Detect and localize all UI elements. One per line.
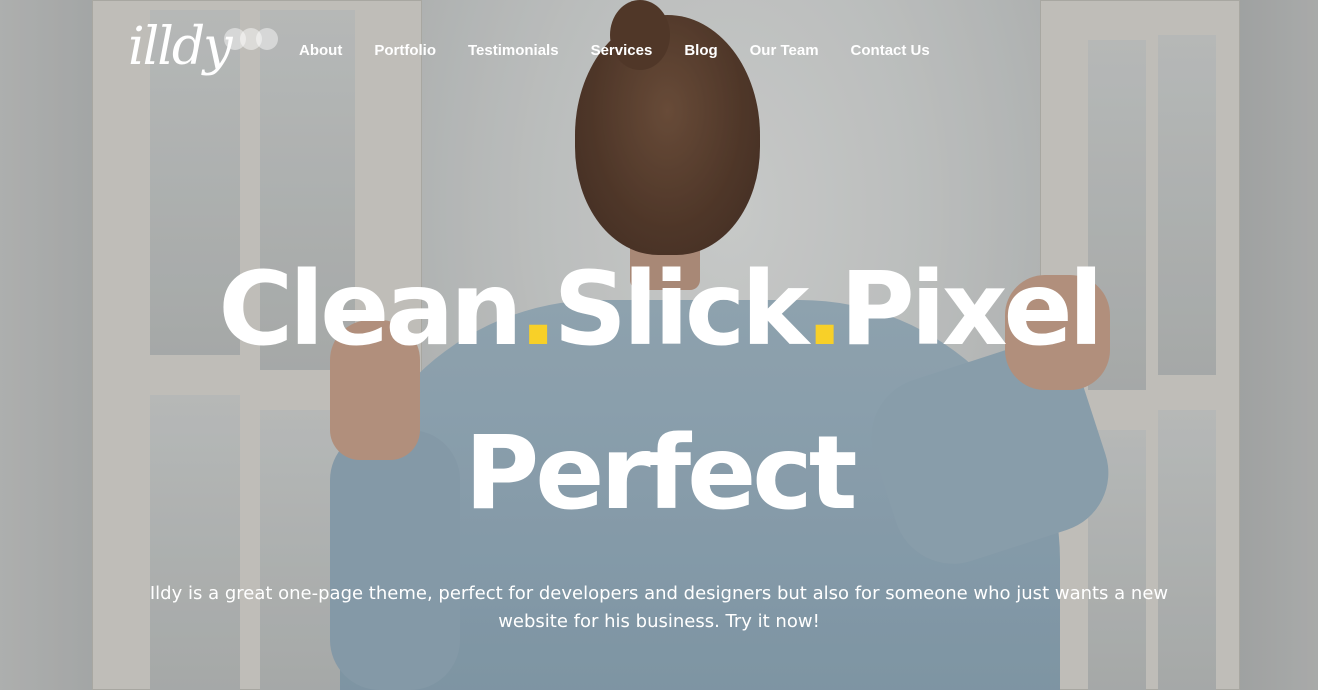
logo-text: illdy: [128, 17, 233, 77]
main-navigation: About Portfolio Testimonials Services Bl…: [299, 40, 930, 62]
nav-link-contact-us[interactable]: Contact Us: [851, 42, 930, 59]
hero-section: illdy About Portfolio Testimonials Servi…: [0, 0, 1318, 690]
nav-link-blog[interactable]: Blog: [684, 42, 717, 59]
hero-headline: Clean.Slick.Pixel Perfect: [0, 228, 1318, 556]
nav-link-our-team[interactable]: Our Team: [750, 42, 819, 59]
headline-dot-2: .: [805, 250, 844, 369]
nav-link-services[interactable]: Services: [591, 42, 653, 59]
logo-dots-icon: [224, 28, 278, 55]
headline-word-clean: Clean: [218, 250, 522, 369]
headline-word-slick: Slick: [553, 250, 810, 369]
headline-dot-1: .: [518, 250, 558, 369]
nav-link-about[interactable]: About: [299, 42, 342, 59]
headline-word-perfect: Perfect: [464, 414, 857, 533]
nav-link-testimonials[interactable]: Testimonials: [468, 42, 559, 59]
headline-word-pixel: Pixel: [839, 250, 1104, 369]
hero-tagline: Ildy is a great one-page theme, perfect …: [149, 583, 1169, 632]
site-logo[interactable]: illdy: [128, 14, 288, 94]
nav-link-portfolio[interactable]: Portfolio: [374, 42, 436, 59]
